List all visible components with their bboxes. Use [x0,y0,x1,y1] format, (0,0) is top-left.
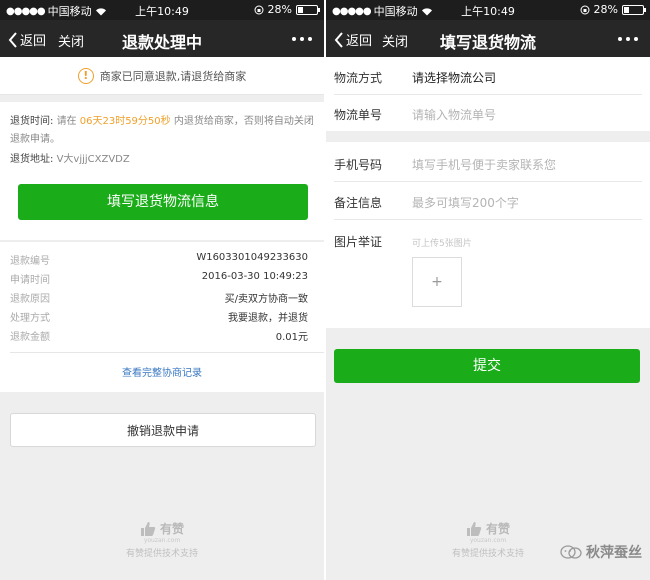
detail-key: 处理方式 [10,313,50,324]
logistics-method-row[interactable]: 物流方式 请选择物流公司 [326,57,650,95]
submit-button[interactable]: 提交 [334,349,640,383]
return-time-label: 退货时间: [10,116,54,127]
youzan-logo: 有赞 [0,520,324,537]
fill-logistics-button[interactable]: 填写退货物流信息 [18,184,308,220]
cancel-refund-button[interactable]: 撤销退款申请 [10,413,316,447]
footer-domain: youzan.com [143,537,181,544]
detail-row: 处理方式 我要退款，并退货 [10,309,308,325]
battery-icon [296,4,320,15]
return-address-label: 退货地址: [10,154,54,165]
return-address: 退货地址: V大vjjjCXZVDZ [10,150,130,165]
chevron-left-icon [8,31,17,48]
detail-value: 0.01元 [275,332,308,343]
field-label: 图片举证 [334,235,383,249]
detail-row: 退款金额 0.01元 [10,328,308,344]
notice-text: 商家已同意退款,请退货给商家 [99,69,247,83]
detail-value: 我要退款，并退货 [228,313,308,324]
detail-key: 申请时间 [10,275,50,286]
return-time-prefix: 请在 [56,116,77,127]
detail-row: 退款编号 W1603301049233630 [10,252,308,268]
rotation-lock-icon [254,5,264,14]
tracking-number-row: 物流单号 请输入物流单号 [326,94,650,132]
wechat-icon [560,545,582,559]
nav-bar: 返回 关闭 退款处理中 [0,20,324,57]
account-watermark: 秋萍蚕丝 [560,542,642,562]
footer: 有赞 youzan.com 有赞提供技术支持 [0,520,324,559]
battery-icon [622,4,646,15]
tracking-number-input[interactable]: 请输入物流单号 [412,106,496,123]
field-label: 物流单号 [334,108,383,122]
remark-row: 备注信息 最多可填写200个字 [326,182,650,220]
detail-value: 2016-03-30 10:49:23 [201,271,308,282]
photo-row: 图片举证 [326,221,650,259]
phone-input[interactable]: 填写手机号便于卖家联系您 [412,156,556,173]
detail-key: 退款原因 [10,294,50,305]
status-bar: ●●●●● 中国移动 上午10:49 28% [0,0,324,20]
more-icon[interactable] [292,37,312,41]
detail-row: 申请时间 2016-03-30 10:49:23 [10,271,308,287]
chevron-left-icon [334,31,343,48]
add-photo-button[interactable]: + [412,257,462,307]
youzan-logo: 有赞 [326,520,650,537]
refund-notice: ! 商家已同意退款,请退货给商家 [0,57,324,95]
battery-percent: 28% [267,3,292,16]
back-label: 返回 [20,34,47,49]
divider [10,352,324,353]
field-label: 手机号码 [334,158,383,172]
nav-bar: 返回 关闭 填写退货物流 [326,20,650,57]
remark-input[interactable]: 最多可填写200个字 [412,194,519,211]
detail-row: 退款原因 买/卖双方协商一致 [10,290,308,306]
detail-value: 买/卖双方协商一致 [224,294,308,305]
footer-brand: 有赞 [159,522,184,536]
field-label: 备注信息 [334,196,383,210]
return-info-card: 退货时间: 请在 06天23时59分50秒 内退货给商家，否则将自动关闭退款申请… [0,102,324,240]
battery-level [298,6,304,13]
battery-percent: 28% [593,3,618,16]
status-bar: ●●●●● 中国移动 上午10:49 28% [326,0,650,20]
logistics-company-select[interactable]: 请选择物流公司 [412,69,496,86]
watermark-text: 秋萍蚕丝 [586,545,642,561]
countdown-timer: 06天23时59分50秒 [79,116,171,127]
battery-level [624,6,630,13]
back-button[interactable]: 返回 [334,30,372,49]
back-label: 返回 [346,34,373,49]
field-label: 物流方式 [334,71,383,85]
page-title: 填写退货物流 [439,33,536,52]
footer-text: 有赞提供技术支持 [125,549,198,559]
detail-key: 退款金额 [10,332,50,343]
refund-status-screen: ●●●●● 中国移动 上午10:49 28% 返回 关闭 退款处理中 ! 商家已… [0,0,324,580]
upload-hint: 可上传5张图片 [412,239,472,249]
phone-row: 手机号码 填写手机号便于卖家联系您 [326,144,650,182]
more-icon[interactable] [618,37,638,41]
footer-brand: 有赞 [485,522,510,536]
detail-value: W1603301049233630 [196,252,308,263]
logistics-form: 物流方式 请选择物流公司 物流单号 请输入物流单号 [326,57,650,131]
return-address-value: V大vjjjCXZVDZ [56,154,130,165]
thumbs-up-icon [466,521,482,536]
close-button[interactable]: 关闭 [58,31,84,50]
rotation-lock-icon [580,5,590,14]
view-history-link[interactable]: 查看完整协商记录 [0,364,324,379]
refund-details-card: 退款编号 W1603301049233630 申请时间 2016-03-30 1… [0,242,324,392]
fill-logistics-screen: ●●●●● 中国移动 上午10:49 28% 返回 关闭 填写退货物流 物流方式… [326,0,650,580]
page-title: 退款处理中 [121,33,202,52]
detail-key: 退款编号 [10,256,50,267]
return-deadline: 退货时间: 请在 06天23时59分50秒 内退货给商家，否则将自动关闭退款申请… [10,113,316,149]
close-button[interactable]: 关闭 [382,31,408,50]
thumbs-up-icon [140,521,156,536]
back-button[interactable]: 返回 [8,30,46,49]
contact-form: 手机号码 填写手机号便于卖家联系您 备注信息 最多可填写200个字 图片举证 可… [326,142,650,328]
exclamation-icon: ! [77,67,94,84]
